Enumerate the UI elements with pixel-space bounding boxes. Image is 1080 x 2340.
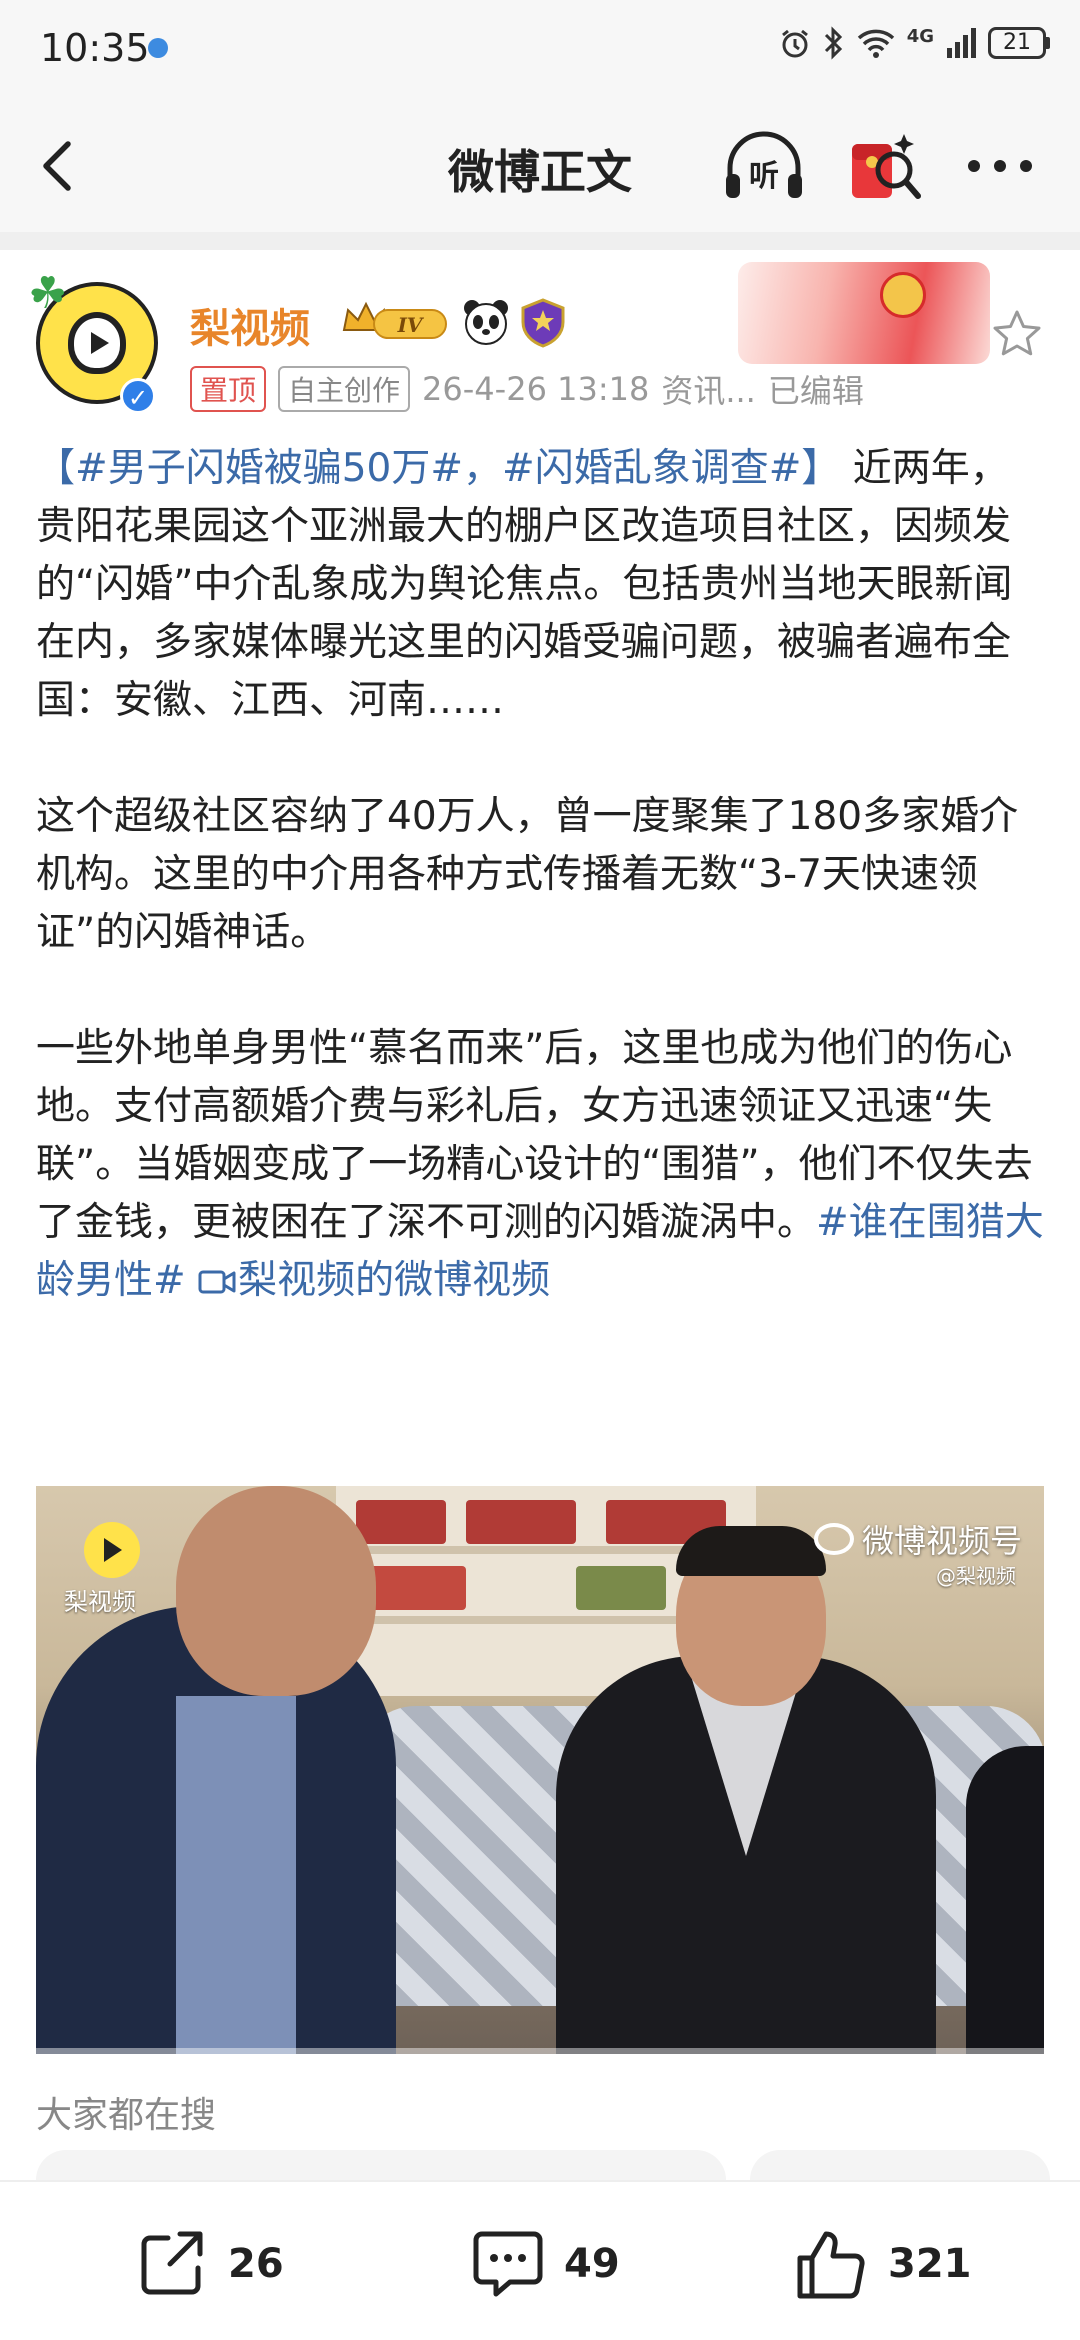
thumbs-up-icon [797, 2231, 865, 2299]
status-bar: 10:35 4G 21 [0, 0, 1080, 100]
alarm-icon [781, 29, 808, 58]
post-timestamp: 26-4-26 13:18 [422, 370, 650, 408]
paragraph-text: 这个超级社区容纳了40万人，曾一度聚集了180多家婚介机构。这里的中介用各种方式… [36, 794, 1019, 955]
edited-label[interactable]: 已编辑 [768, 366, 864, 412]
comment-button[interactable]: 49 [470, 2226, 620, 2302]
bottom-action-bar: 26 49 321 [0, 2180, 1080, 2340]
pinned-tag: 置顶 [190, 366, 267, 412]
divider [0, 232, 1080, 250]
listen-label: 听 [749, 159, 779, 194]
repost-button[interactable]: 26 [134, 2226, 284, 2302]
trending-title: 大家都在搜 [36, 2095, 217, 2136]
repost-count: 26 [228, 2241, 284, 2287]
like-button[interactable]: 321 [794, 2226, 972, 2302]
pear-video-logo-icon [84, 1522, 140, 1578]
video-link[interactable]: 梨视频的微博视频 [198, 1258, 550, 1303]
battery-level: 21 [988, 27, 1046, 59]
post-meta: 置顶 自主创作 26-4-26 13:18 资讯... 已编辑 [190, 366, 864, 412]
headphones-listen-icon[interactable]: 听 [722, 130, 806, 202]
emblem-icon [880, 272, 926, 318]
location-icon [148, 38, 168, 58]
video-logo-text: 梨视频 [64, 1588, 136, 1616]
status-icons: 4G 21 [779, 26, 1050, 60]
battery-icon: 21 [988, 27, 1050, 59]
original-tag: 自主创作 [278, 366, 411, 412]
avatar-logo-icon [68, 312, 126, 374]
back-arrow-icon[interactable] [30, 136, 90, 196]
decoration-banner [738, 262, 990, 364]
network-type: 4G [906, 26, 934, 47]
hashtag-separator: ， [463, 446, 503, 491]
paragraph-3: 一些外地单身男性“慕名而来”后，这里也成为他们的伤心地。支付高额婚介费与彩礼后，… [36, 1020, 1046, 1310]
bracket-open: 【 [36, 446, 76, 491]
repost-icon [141, 2231, 203, 2295]
panda-badge-icon[interactable] [462, 298, 510, 346]
weibo-logo-icon [813, 1523, 854, 1555]
video-watermark: 微博视频号 [813, 1516, 1022, 1562]
wifi-icon [857, 29, 894, 58]
watermark-subtext: @梨视频 [936, 1564, 1016, 1588]
comment-icon [473, 2231, 543, 2297]
verified-badge-icon: ✓ [120, 378, 156, 414]
nav-bar: 微博正文 听 [0, 100, 1080, 232]
watermark-text: 微博视频号 [861, 1522, 1022, 1560]
signal-icon [947, 28, 976, 58]
vip-level: IV [397, 313, 425, 337]
status-time: 10:35 [40, 26, 150, 70]
shield-badge-icon[interactable] [520, 298, 566, 348]
vip-crown-badge-icon[interactable]: IV [340, 300, 452, 344]
bracket-close: 】 [801, 446, 841, 491]
hashtag-link[interactable]: #男子闪婚被骗50万# [75, 446, 463, 491]
paragraph-1: 【#男子闪婚被骗50万#，#闪婚乱象调查#】 近两年，贵阳花果园这个亚洲最大的棚… [36, 440, 1046, 730]
clover-icon: ☘ [28, 268, 68, 319]
bluetooth-icon [824, 26, 842, 60]
video-camera-icon [198, 1270, 236, 1294]
more-icon[interactable] [960, 136, 1040, 196]
comment-count: 49 [564, 2241, 620, 2287]
video-player[interactable]: 梨视频 微博视频号 @梨视频 [36, 1486, 1044, 2054]
post-category[interactable]: 资讯... [661, 366, 756, 412]
hashtag-link[interactable]: #闪婚乱象调查# [502, 446, 801, 491]
paragraph-2: 这个超级社区容纳了40万人，曾一度聚集了180多家婚介机构。这里的中介用各种方式… [36, 788, 1046, 962]
like-count: 321 [888, 2241, 972, 2287]
post-body: 【#男子闪婚被骗50万#，#闪婚乱象调查#】 近两年，贵阳花果园这个亚洲最大的棚… [36, 440, 1046, 1310]
video-progress-bar[interactable] [36, 2048, 1044, 2054]
video-link-text: 梨视频的微博视频 [238, 1258, 551, 1303]
author-name[interactable]: 梨视频 [190, 296, 310, 354]
red-packet-search-icon[interactable] [846, 128, 922, 206]
favorite-star-icon[interactable] [990, 308, 1044, 362]
